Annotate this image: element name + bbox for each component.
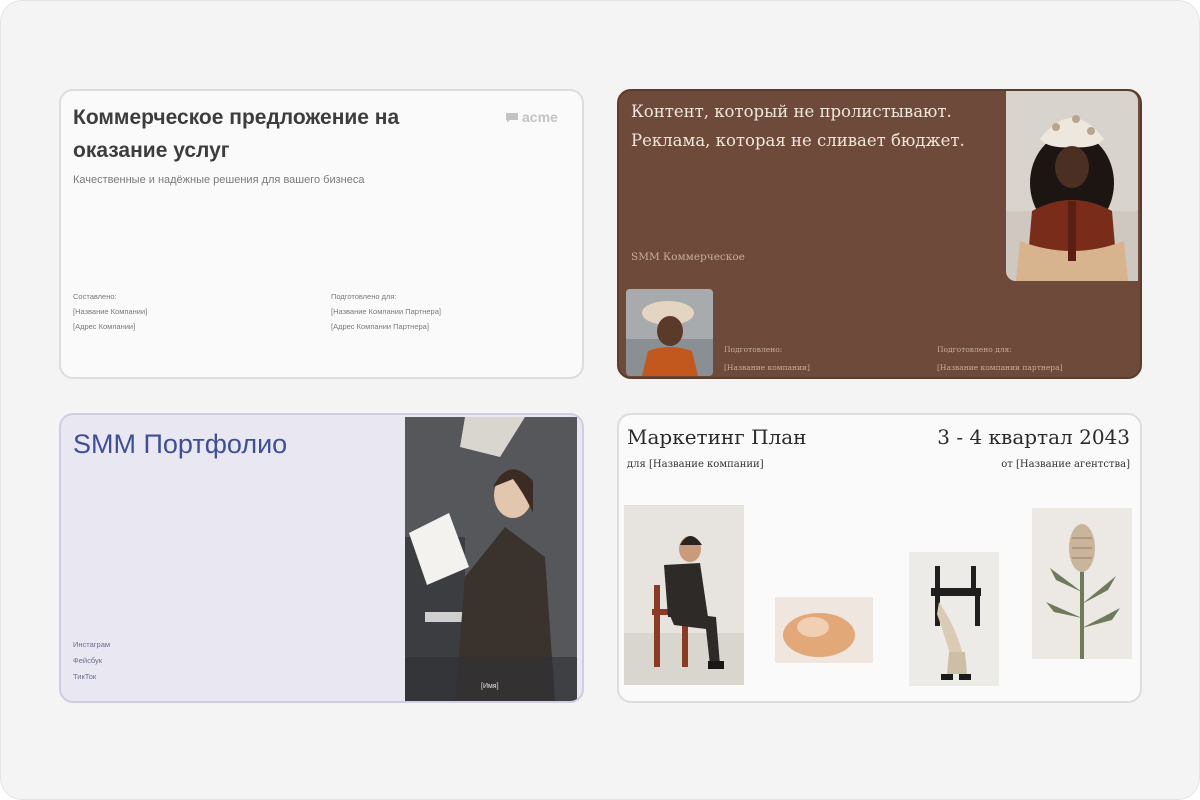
prepared-for-block: Подготовлено для: [Название Компании Пар… <box>331 289 441 334</box>
link-facebook: Фейсбук <box>73 656 102 665</box>
company-name: [Название Компании] <box>73 307 148 316</box>
proposal-title: Коммерческое предложение на оказание усл… <box>73 106 400 162</box>
partner-name: [Название компании партнера] <box>937 363 1063 372</box>
abstract-peach-photo <box>775 597 873 663</box>
portfolio-title: SMM Портфолио <box>73 429 288 459</box>
template-card-smm-portfolio[interactable]: SMM Портфолио Инстаграм Фейсбук ТикТок [… <box>59 413 584 703</box>
template-card-marketing-plan[interactable]: Маркетинг План 3 - 4 квартал 2043 для [Н… <box>617 413 1142 703</box>
prepared-label: Подготовлено: <box>724 345 783 354</box>
name-placeholder: [Имя] <box>481 683 499 690</box>
logo-text: acme <box>522 109 558 125</box>
prepared-by-block: Подготовлено: [Название компании] <box>724 341 810 377</box>
template-gallery: Коммерческое предложение на оказание усл… <box>0 0 1200 800</box>
woman-on-chair-photo <box>624 505 744 685</box>
smm-offer-tag: SMM Коммерческое <box>631 251 745 263</box>
template-card-smm-offer[interactable]: Контент, который не пролистывают. Реклам… <box>617 89 1142 379</box>
woman-in-bucket-hat-photo <box>626 289 713 376</box>
plan-from-agency: от [Название агентства] <box>1001 459 1130 470</box>
company-address: [Адрес Компании] <box>73 322 136 331</box>
social-links-list: Инстаграм Фейсбук ТикТок <box>73 637 110 685</box>
person-with-chair-photo <box>909 552 999 686</box>
partner-name: [Название Компании Партнера] <box>331 307 441 316</box>
speech-bubble-icon <box>506 112 518 122</box>
company-name: [Название компании] <box>724 363 810 372</box>
link-instagram: Инстаграм <box>73 640 111 649</box>
plan-for-company: для [Название компании] <box>627 459 764 470</box>
template-card-proposal[interactable]: Коммерческое предложение на оказание усл… <box>59 89 584 379</box>
plan-title: Маркетинг План <box>627 425 807 449</box>
protea-flower-photo <box>1032 508 1132 659</box>
composed-label: Составлено: <box>73 292 117 301</box>
proposal-subtitle: Качественные и надёжные решения для ваше… <box>73 174 365 186</box>
acme-logo: acme <box>505 109 558 125</box>
headline-line-2: Реклама, которая не сливает бюджет. <box>631 131 965 150</box>
smm-offer-headline: Контент, который не пролистывают. Реклам… <box>631 97 1001 155</box>
plan-period: 3 - 4 квартал 2043 <box>937 425 1130 449</box>
headline-line-1: Контент, который не пролистывают. <box>631 102 952 121</box>
composed-by-block: Составлено: [Название Компании] [Адрес К… <box>73 289 147 334</box>
prepared-for-block: Подготовлено для: [Название компании пар… <box>937 341 1063 377</box>
prepared-for-label: Подготовлено для: <box>331 292 397 301</box>
prepared-for-label: Подготовлено для: <box>937 345 1012 354</box>
woman-in-knit-hat-photo <box>1006 91 1138 281</box>
woman-reading-photo <box>405 417 577 701</box>
partner-address: [Адрес Компании Партнера] <box>331 322 429 331</box>
link-tiktok: ТикТок <box>73 672 97 681</box>
